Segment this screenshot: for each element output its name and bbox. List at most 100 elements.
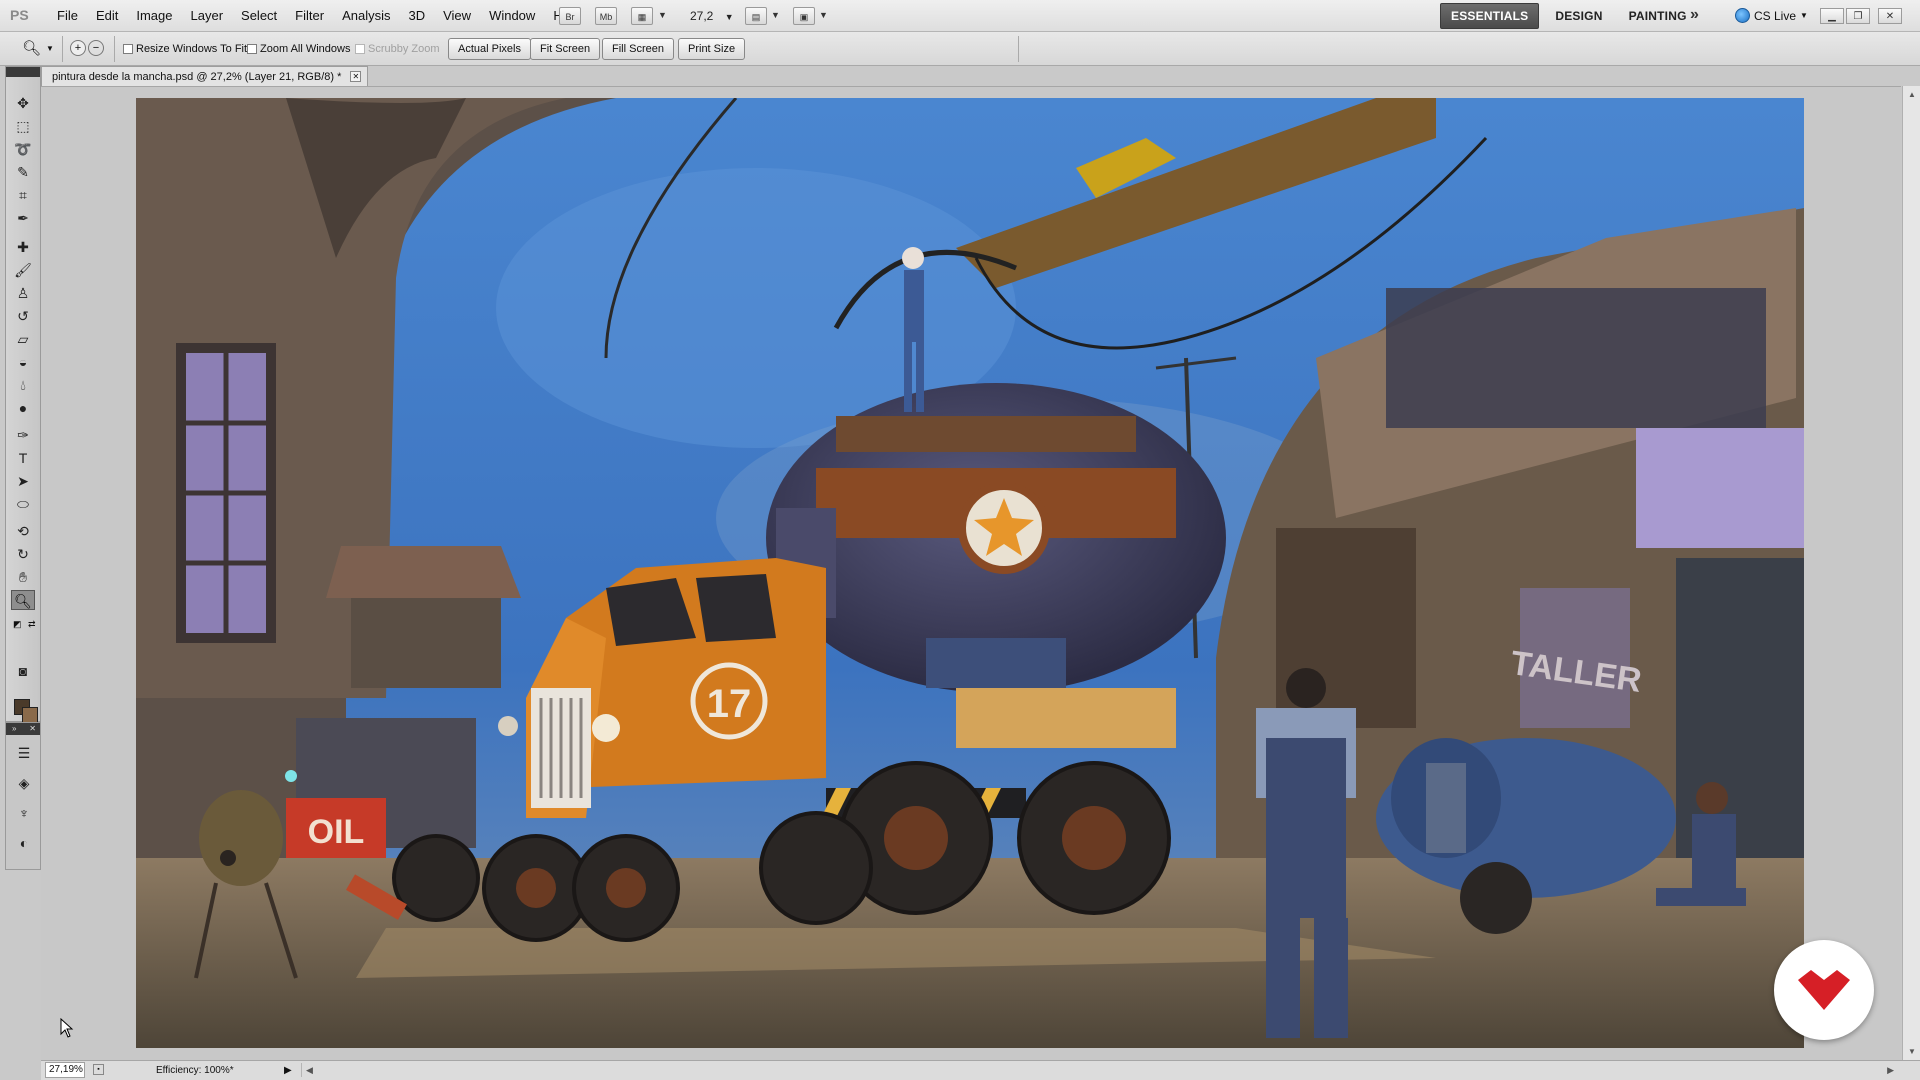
vertical-scrollbar[interactable]: ▲ ▼ <box>1902 86 1920 1060</box>
more-workspaces-icon[interactable]: » <box>1690 6 1699 24</box>
menu-window[interactable]: Window <box>480 0 544 32</box>
status-info-icon[interactable]: ▪ <box>93 1064 104 1075</box>
blur-tool-icon[interactable]: 💧︎ <box>11 375 35 395</box>
zoom-tool-icon[interactable]: 🔍︎ <box>11 590 35 610</box>
menu-3d[interactable]: 3D <box>399 0 434 32</box>
document-tab[interactable]: pintura desde la mancha.psd @ 27,2% (Lay… <box>41 66 369 86</box>
tools-panel: ✥ ⬚ ➰ ✎ ⌗ ✒ ✚ 🖌︎ ♙ ↺ ▱ ◒ 💧︎ ● ✑ T ➤ ⬭ ⟲ … <box>5 66 41 723</box>
tools-panel-header[interactable] <box>6 67 40 77</box>
paint-bucket-tool-icon[interactable]: ◒ <box>11 352 35 372</box>
zoom-in-icon[interactable]: + <box>70 40 86 56</box>
menu-view[interactable]: View <box>434 0 480 32</box>
divider <box>114 36 115 62</box>
document-canvas[interactable]: TALLER 17 OIL <box>136 98 1804 1048</box>
scroll-down-icon[interactable]: ▼ <box>1908 1047 1916 1056</box>
mini-bridge-button[interactable]: Mb <box>595 7 617 25</box>
actual-pixels-button[interactable]: Actual Pixels <box>448 38 531 60</box>
adjustments-panel-icon[interactable]: ☰ <box>14 743 34 763</box>
quick-selection-tool-icon[interactable]: ✎ <box>11 162 35 182</box>
chevron-down-icon[interactable]: ▼ <box>771 10 780 20</box>
crop-tool-icon[interactable]: ⌗ <box>11 185 35 205</box>
channels-panel-icon[interactable]: ♆ <box>14 803 34 823</box>
eyedropper-tool-icon[interactable]: ✒ <box>11 208 35 228</box>
resize-windows-checkbox[interactable]: Resize Windows To Fit <box>123 43 247 55</box>
print-size-button[interactable]: Print Size <box>678 38 746 60</box>
workspace-painting[interactable]: PAINTING <box>1619 4 1697 28</box>
mouse-cursor-icon <box>60 1017 74 1041</box>
divider <box>1018 36 1019 62</box>
menu-image[interactable]: Image <box>127 0 181 32</box>
zoom-all-windows-checkbox[interactable]: Zoom All Windows <box>247 43 350 55</box>
swap-colors-icon[interactable]: ⇄ <box>28 619 36 630</box>
extras-icon[interactable]: ▦ <box>631 7 653 25</box>
default-colors-icon[interactable]: ◩ <box>13 619 22 630</box>
checkbox-box <box>123 44 133 54</box>
divider <box>62 36 63 62</box>
scroll-left-icon[interactable]: ◀ <box>306 1061 313 1080</box>
cs-live-label: CS Live <box>1754 8 1797 23</box>
status-menu-arrow-icon[interactable]: ▶ <box>284 1061 292 1080</box>
eraser-tool-icon[interactable]: ▱ <box>11 329 35 349</box>
menu-analysis[interactable]: Analysis <box>333 0 399 32</box>
zoom-tool-icon[interactable]: 🔍︎ <box>22 39 41 57</box>
screen-mode-icon[interactable]: ▣ <box>793 7 815 25</box>
minimize-button[interactable]: ▁ <box>1820 8 1844 24</box>
scroll-up-icon[interactable]: ▲ <box>1908 90 1916 99</box>
chevron-down-icon: ▼ <box>1800 11 1808 20</box>
scrubby-zoom-label: Scrubby Zoom <box>368 43 440 55</box>
pen-tool-icon[interactable]: ✑ <box>11 425 35 445</box>
background-color-swatch[interactable] <box>22 707 38 723</box>
marquee-tool-icon[interactable]: ⬚ <box>11 116 35 136</box>
layers-panel-icon[interactable]: ◈ <box>14 773 34 793</box>
restore-button[interactable]: ❐ <box>1846 8 1870 24</box>
zoom-level-combo[interactable]: 27,2 ▼ <box>690 9 734 23</box>
menu-file[interactable]: File <box>48 0 87 32</box>
hand-tool-icon[interactable]: ✋︎ <box>11 567 35 587</box>
menu-bar: PS File Edit Image Layer Select Filter A… <box>0 0 1920 32</box>
lasso-tool-icon[interactable]: ➰ <box>11 139 35 159</box>
quick-mask-icon[interactable]: ◙ <box>11 661 35 681</box>
paths-panel-icon[interactable]: ◐ <box>14 833 34 853</box>
fit-screen-button[interactable]: Fit Screen <box>530 38 601 60</box>
zoom-percentage-field[interactable]: 27,19% <box>45 1062 85 1078</box>
menu-filter[interactable]: Filter <box>286 0 333 32</box>
panel-strip-header[interactable]: » ✕ <box>6 723 40 735</box>
chevron-down-icon[interactable]: ▼ <box>46 44 54 53</box>
menu-layer[interactable]: Layer <box>182 0 233 32</box>
history-brush-tool-icon[interactable]: ↺ <box>11 306 35 326</box>
move-tool-icon[interactable]: ✥ <box>11 93 35 113</box>
clone-stamp-tool-icon[interactable]: ♙ <box>11 283 35 303</box>
3d-orbit-tool-icon[interactable]: ↻ <box>11 544 35 564</box>
chevron-down-icon: ▼ <box>724 12 734 22</box>
scrubby-zoom-checkbox: Scrubby Zoom <box>355 43 440 55</box>
workspace-essentials[interactable]: ESSENTIALS <box>1440 3 1540 29</box>
bridge-button[interactable]: Br <box>559 7 581 25</box>
chevron-down-icon[interactable]: ▼ <box>819 10 828 20</box>
scroll-right-icon[interactable]: ▶ <box>1887 1061 1894 1080</box>
chevron-down-icon[interactable]: ▼ <box>658 10 667 20</box>
photoshop-logo: PS <box>10 7 29 23</box>
close-button[interactable]: ✕ <box>1878 8 1902 24</box>
close-panels-icon[interactable]: ✕ <box>29 723 36 735</box>
expand-panels-icon[interactable]: » <box>12 723 16 735</box>
painting-artwork: TALLER 17 OIL <box>136 98 1804 1048</box>
brush-tool-icon[interactable]: 🖌︎ <box>11 260 35 280</box>
menu-select[interactable]: Select <box>232 0 286 32</box>
close-tab-icon[interactable]: ✕ <box>350 71 362 82</box>
status-bar: 27,19% ▪ Efficiency: 100%* ▶ ◀ ▶ <box>41 1060 1920 1080</box>
type-tool-icon[interactable]: T <box>11 448 35 468</box>
zoom-out-icon[interactable]: − <box>88 40 104 56</box>
menu-edit[interactable]: Edit <box>87 0 127 32</box>
ellipse-tool-icon[interactable]: ⬭ <box>11 494 35 514</box>
3d-rotate-tool-icon[interactable]: ⟲ <box>11 521 35 541</box>
horizontal-scrollbar[interactable]: ◀ ▶ <box>301 1063 1902 1077</box>
oil-sign: OIL <box>308 813 365 851</box>
heart-logo-icon <box>1798 970 1850 1010</box>
dodge-tool-icon[interactable]: ● <box>11 398 35 418</box>
cs-live-menu[interactable]: CS Live ▼ <box>1735 8 1808 23</box>
healing-brush-tool-icon[interactable]: ✚ <box>11 237 35 257</box>
fill-screen-button[interactable]: Fill Screen <box>602 38 674 60</box>
path-selection-tool-icon[interactable]: ➤ <box>11 471 35 491</box>
workspace-design[interactable]: DESIGN <box>1545 4 1612 28</box>
arrange-documents-icon[interactable]: ▤ <box>745 7 767 25</box>
